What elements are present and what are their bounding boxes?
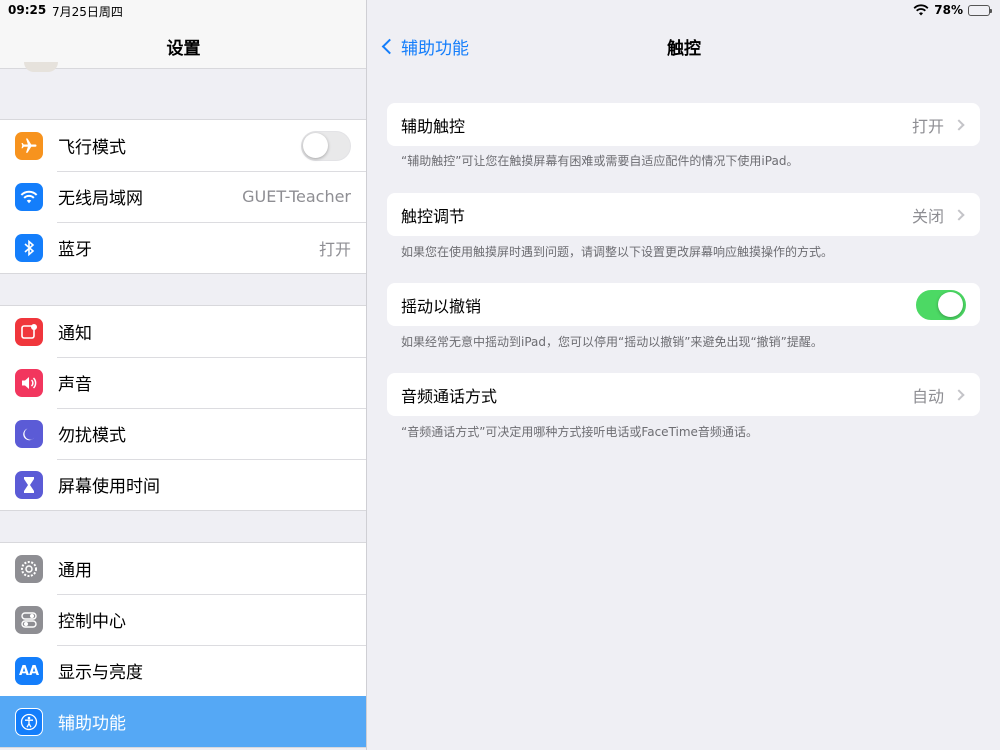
chevron-right-icon bbox=[953, 208, 965, 221]
sidebar-item-label: 辅助功能 bbox=[58, 714, 126, 734]
sidebar-title: 设置 bbox=[166, 39, 201, 59]
sidebar-item-accessibility[interactable]: 辅助功能 bbox=[0, 696, 366, 747]
sidebar-item-airplane-mode[interactable]: 飞行模式 bbox=[0, 120, 366, 171]
row-label: 辅助触控 bbox=[401, 116, 466, 136]
status-right: 78% bbox=[913, 3, 992, 17]
sidebar-group-notifications: 通知 声音 勿扰模式 屏幕使用时间 bbox=[0, 305, 366, 511]
gear-icon bbox=[15, 555, 43, 583]
assistive-touch-row[interactable]: 辅助触控 打开 bbox=[387, 103, 980, 146]
shake-to-undo-toggle[interactable] bbox=[916, 289, 966, 320]
page-title: 触控 bbox=[667, 39, 701, 59]
sidebar-item-display-brightness[interactable]: AA 显示与亮度 bbox=[0, 645, 366, 696]
hourglass-icon bbox=[15, 471, 43, 499]
chevron-right-icon bbox=[953, 388, 965, 401]
profile-avatar-peek bbox=[24, 62, 58, 72]
status-time: 09:25 bbox=[8, 3, 47, 17]
sidebar-item-label: 飞行模式 bbox=[58, 138, 126, 158]
wifi-icon bbox=[15, 183, 43, 211]
sidebar-item-general[interactable]: 通用 bbox=[0, 543, 366, 594]
touch-settings-pane: 辅助功能 触控 辅助触控 打开 “辅助触控”可让您在触摸屏幕有困难或需要自适应配… bbox=[368, 0, 1000, 750]
sidebar-item-wifi[interactable]: 无线局域网 GUET-Teacher bbox=[0, 171, 366, 222]
row-value: 关闭 bbox=[911, 206, 944, 226]
row-label: 触控调节 bbox=[401, 206, 466, 226]
display-icon: AA bbox=[15, 657, 43, 685]
call-audio-routing-row[interactable]: 音频通话方式 自动 bbox=[387, 373, 980, 416]
battery-percent: 78% bbox=[934, 3, 963, 17]
row-label: 摇动以撤销 bbox=[401, 296, 482, 316]
sidebar-group-general: 通用 控制中心 AA 显示与亮度 辅助功能 bbox=[0, 542, 366, 748]
status-bar: 09:25 7月25日周四 78% bbox=[0, 0, 1000, 20]
sidebar-item-label: 控制中心 bbox=[58, 612, 126, 632]
sound-icon bbox=[15, 369, 43, 397]
sidebar-item-label: 无线局域网 bbox=[58, 189, 143, 209]
row-value: 自动 bbox=[911, 386, 944, 406]
sidebar-item-do-not-disturb[interactable]: 勿扰模式 bbox=[0, 408, 366, 459]
battery-icon bbox=[968, 4, 992, 16]
section-footer: “辅助触控”可让您在触摸屏幕有困难或需要自适应配件的情况下使用iPad。 bbox=[401, 154, 799, 168]
moon-icon bbox=[15, 420, 43, 448]
section-footer: 如果您在使用触摸屏时遇到问题，请调整以下设置更改屏幕响应触摸操作的方式。 bbox=[401, 245, 834, 259]
sidebar-item-label: 通知 bbox=[58, 324, 92, 344]
sidebar-item-label: 显示与亮度 bbox=[58, 663, 143, 683]
sidebar-item-screen-time[interactable]: 屏幕使用时间 bbox=[0, 459, 366, 510]
wifi-network-value: GUET-Teacher bbox=[242, 187, 351, 206]
sidebar-item-notifications[interactable]: 通知 bbox=[0, 306, 366, 357]
toggle-knob bbox=[938, 291, 963, 317]
sidebar-item-label: 通用 bbox=[58, 561, 92, 581]
sidebar-item-bluetooth[interactable]: 蓝牙 打开 bbox=[0, 222, 366, 273]
airplane-mode-toggle[interactable] bbox=[301, 130, 351, 161]
sidebar-item-sounds[interactable]: 声音 bbox=[0, 357, 366, 408]
bluetooth-status-value: 打开 bbox=[318, 239, 351, 259]
sidebar-item-label: 声音 bbox=[58, 375, 92, 395]
airplane-icon bbox=[15, 132, 43, 160]
section-footer: 如果经常无意中摇动到iPad，您可以停用“摇动以撤销”来避免出现“撤销”提醒。 bbox=[401, 335, 823, 349]
section-footer: “音频通话方式”可决定用哪种方式接听电话或FaceTime音频通话。 bbox=[401, 425, 758, 439]
wifi-signal-icon bbox=[913, 4, 929, 16]
sidebar-item-label: 蓝牙 bbox=[58, 240, 92, 260]
touch-accommodations-row[interactable]: 触控调节 关闭 bbox=[387, 193, 980, 236]
sidebar-item-label: 屏幕使用时间 bbox=[58, 477, 160, 497]
status-date: 7月25日周四 bbox=[52, 5, 123, 19]
shake-to-undo-row: 摇动以撤销 bbox=[387, 283, 980, 326]
sidebar-item-control-center[interactable]: 控制中心 bbox=[0, 594, 366, 645]
row-value: 打开 bbox=[911, 116, 944, 136]
sidebar-item-label: 勿扰模式 bbox=[58, 426, 126, 446]
notification-icon bbox=[15, 318, 43, 346]
sidebar-group-connectivity: 飞行模式 无线局域网 GUET-Teacher 蓝牙 打开 bbox=[0, 119, 366, 274]
chevron-right-icon bbox=[953, 118, 965, 131]
settings-sidebar: 设置 飞行模式 无线局域网 GUET-Teacher 蓝牙 打开 通知 声音 勿… bbox=[0, 0, 367, 750]
switches-icon bbox=[15, 606, 43, 634]
bluetooth-icon bbox=[15, 234, 43, 262]
row-label: 音频通话方式 bbox=[401, 386, 498, 406]
toggle-knob bbox=[303, 132, 328, 158]
accessibility-icon bbox=[15, 708, 43, 736]
